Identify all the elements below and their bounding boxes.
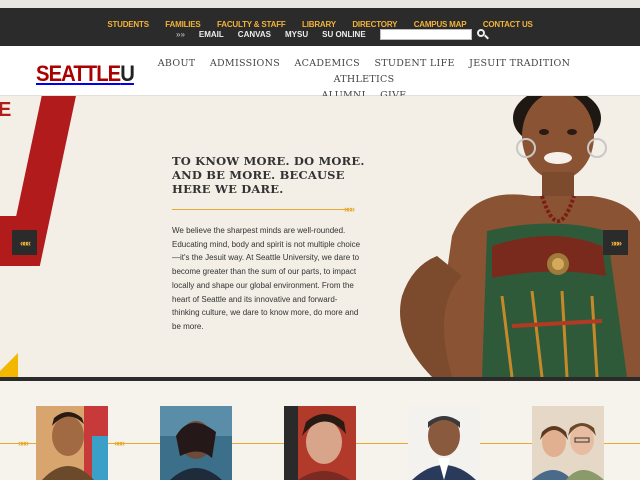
hero-decor-letter: E xyxy=(0,99,12,121)
logo-wordmark-u: U xyxy=(120,61,135,86)
nav-item-student-life[interactable]: STUDENT LIFE xyxy=(374,58,454,69)
slider-next-button[interactable]: »»» xyxy=(603,230,628,255)
nav-item-academics[interactable]: ACADEMICS xyxy=(294,58,360,69)
profile-thumbnail[interactable] xyxy=(36,406,108,480)
profile-thumbnail[interactable] xyxy=(408,406,480,480)
search-icon[interactable] xyxy=(476,28,489,40)
util-link-mysu[interactable]: MYSU xyxy=(285,30,308,39)
util-link-contact-us[interactable]: CONTACT US xyxy=(483,20,533,29)
profiles-strip: »»» ««« xyxy=(0,381,640,480)
student-portrait-thumbnail xyxy=(36,406,108,480)
strip-divider xyxy=(356,443,408,444)
faculty-portrait-thumbnail xyxy=(408,406,480,480)
strip-divider xyxy=(480,443,532,444)
util-link-email[interactable]: EMAIL xyxy=(199,30,224,39)
singer-portrait-thumbnail xyxy=(160,406,232,480)
nav-item-athletics[interactable]: ATHLETICS xyxy=(334,74,395,85)
chevron-right-icon: »» xyxy=(176,29,185,39)
site-header: SEATTLEU ABOUT ADMISSIONS ACADEMICS STUD… xyxy=(0,46,640,101)
nav-item-about[interactable]: ABOUT xyxy=(158,58,196,69)
util-link-canvas[interactable]: CANVAS xyxy=(238,30,271,39)
student-portrait-thumbnail xyxy=(284,406,356,480)
util-link-students[interactable]: STUDENTS xyxy=(107,20,149,29)
hero-decor-yellow-triangle xyxy=(0,353,18,377)
two-students-portrait-thumbnail xyxy=(532,406,604,480)
slider-prev-button[interactable]: ««« xyxy=(12,230,37,255)
chevron-right-icon: »»» xyxy=(344,204,355,214)
utility-nav-secondary: »» EMAIL CANVAS MYSU SU ONLINE xyxy=(176,28,489,40)
strip-divider xyxy=(232,443,284,444)
profile-thumbnail[interactable] xyxy=(160,406,232,480)
chevron-right-icon: »»» xyxy=(18,438,29,448)
nav-item-jesuit-tradition[interactable]: JESUIT TRADITION xyxy=(469,58,570,69)
seattleu-logo[interactable]: SEATTLEU xyxy=(36,61,135,87)
profile-thumbnail[interactable] xyxy=(284,406,356,480)
chevron-left-icon: ««« xyxy=(114,438,125,448)
hero-divider xyxy=(172,209,348,210)
logo-wordmark-seattle: SEATTLE xyxy=(36,61,121,86)
nav-item-admissions[interactable]: ADMISSIONS xyxy=(210,58,280,69)
hero-body-text: We believe the sharpest minds are well-r… xyxy=(172,226,361,331)
utility-bar: STUDENTS FAMILIES FACULTY & STAFF LIBRAR… xyxy=(0,8,640,46)
hero-headline: TO KNOW MORE. DO MORE. AND BE MORE. BECA… xyxy=(172,154,365,196)
strip-divider xyxy=(604,443,640,444)
profile-thumbnail[interactable] xyxy=(532,406,604,480)
top-strip xyxy=(0,0,640,8)
search-input[interactable] xyxy=(379,28,472,40)
hero-slider: E TO KNOW MORE. DO MORE. AND BE MORE. BE… xyxy=(0,96,640,377)
util-link-su-online[interactable]: SU ONLINE xyxy=(322,30,366,39)
